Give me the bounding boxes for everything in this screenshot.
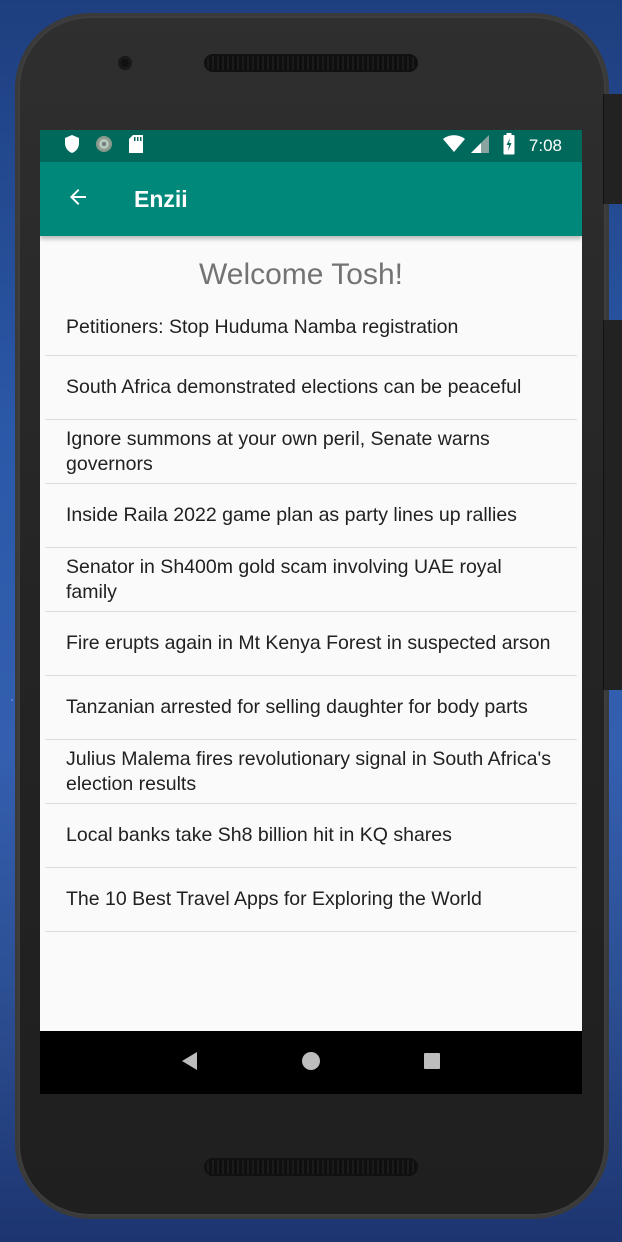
news-item[interactable]: Petitioners: Stop Huduma Namba registrat…	[45, 304, 577, 356]
signal-icon	[470, 135, 489, 157]
sync-icon	[94, 134, 114, 158]
system-nav-bar	[40, 1031, 582, 1094]
recents-square-icon	[423, 1052, 441, 1074]
news-list: Petitioners: Stop Huduma Namba registrat…	[40, 304, 582, 932]
back-triangle-icon	[181, 1051, 199, 1075]
news-item[interactable]: South Africa demonstrated elections can …	[45, 356, 577, 420]
status-bar: 7:08	[40, 130, 582, 162]
news-item[interactable]: Inside Raila 2022 game plan as party lin…	[45, 484, 577, 548]
home-circle-icon	[301, 1051, 321, 1075]
power-button	[603, 94, 622, 204]
news-item[interactable]: Ignore summons at your own peril, Senate…	[45, 420, 577, 484]
app-bar: Enzii	[40, 162, 582, 236]
news-item[interactable]: Senator in Sh400m gold scam involving UA…	[45, 548, 577, 612]
news-item[interactable]: Local banks take Sh8 billion hit in KQ s…	[45, 804, 577, 868]
news-item[interactable]: The 10 Best Travel Apps for Exploring th…	[45, 868, 577, 932]
nav-recents-button[interactable]	[412, 1043, 452, 1083]
main-content: Welcome Tosh! Petitioners: Stop Huduma N…	[40, 236, 582, 1031]
sd-card-icon	[128, 134, 144, 158]
device-screen: 7:08 Enzii Welcome Tosh! Petitioners: St…	[40, 130, 582, 1094]
news-item[interactable]: Tanzanian arrested for selling daughter …	[45, 676, 577, 740]
front-camera	[118, 56, 132, 70]
nav-home-button[interactable]	[291, 1043, 331, 1083]
bottom-speaker	[204, 1158, 418, 1176]
news-item[interactable]: Fire erupts again in Mt Kenya Forest in …	[45, 612, 577, 676]
back-button[interactable]	[40, 162, 116, 236]
volume-buttons	[603, 320, 622, 690]
status-time: 7:08	[528, 136, 562, 155]
nav-back-button[interactable]	[170, 1043, 210, 1083]
top-speaker	[204, 54, 418, 72]
battery-icon	[503, 133, 515, 159]
wifi-icon	[442, 135, 465, 157]
arrow-back-icon	[66, 185, 90, 213]
news-item[interactable]: Julius Malema fires revolutionary signal…	[45, 740, 577, 804]
app-title: Enzii	[134, 185, 188, 212]
welcome-heading: Welcome Tosh!	[199, 258, 403, 291]
shield-icon	[64, 134, 80, 158]
